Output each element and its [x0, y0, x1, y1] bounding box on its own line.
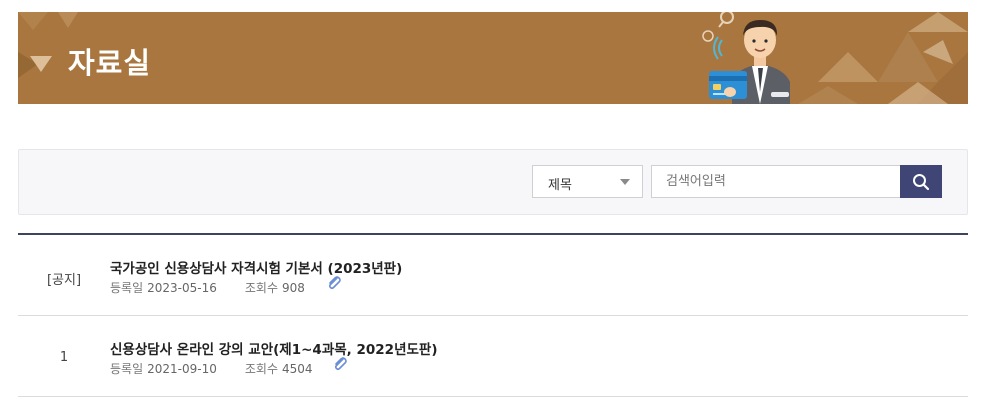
post-number: [공지] — [46, 273, 82, 288]
date-label: 등록일 — [110, 281, 144, 295]
post-number: 1 — [59, 350, 69, 365]
post-meta: 등록일 2023-05-16 조회수 908 — [110, 276, 341, 296]
search-panel: 제목 — [18, 149, 968, 215]
search-field-select[interactable]: 제목 — [532, 165, 643, 198]
post-date: 2023-05-16 — [147, 281, 217, 295]
search-input[interactable] — [651, 165, 900, 198]
views-label: 조회수 — [244, 362, 278, 376]
banner-pattern — [18, 12, 968, 104]
page-title: 자료실 — [68, 46, 152, 80]
list-item: [공지] 국가공인 신용상담사 자격시험 기본서 (2023년판) 등록일 202… — [18, 235, 968, 316]
search-icon — [913, 173, 930, 190]
search-button[interactable] — [900, 165, 942, 198]
search-field-select-value: 제목 — [548, 178, 572, 193]
post-views: 4504 — [282, 362, 313, 376]
paperclip-icon[interactable] — [332, 356, 348, 372]
views-label: 조회수 — [244, 281, 278, 295]
date-label: 등록일 — [110, 362, 144, 376]
post-title-link[interactable]: 신용상담사 온라인 강의 교안(제1~4과목, 2022년도판) — [110, 338, 438, 358]
board-list: [공지] 국가공인 신용상담사 자격시험 기본서 (2023년판) 등록일 202… — [18, 233, 968, 397]
post-views: 908 — [282, 281, 305, 295]
caret-down-icon — [620, 179, 630, 185]
post-date: 2021-09-10 — [147, 362, 217, 376]
paperclip-icon[interactable] — [326, 275, 342, 291]
consultant-illustration — [702, 12, 790, 104]
post-title-link[interactable]: 국가공인 신용상담사 자격시험 기본서 (2023년판) — [110, 257, 402, 277]
page-banner: 자료실 — [18, 12, 968, 104]
post-meta: 등록일 2021-09-10 조회수 4504 — [110, 357, 347, 377]
list-item: 1 신용상담사 온라인 강의 교안(제1~4과목, 2022년도판) 등록일 20… — [18, 316, 968, 397]
